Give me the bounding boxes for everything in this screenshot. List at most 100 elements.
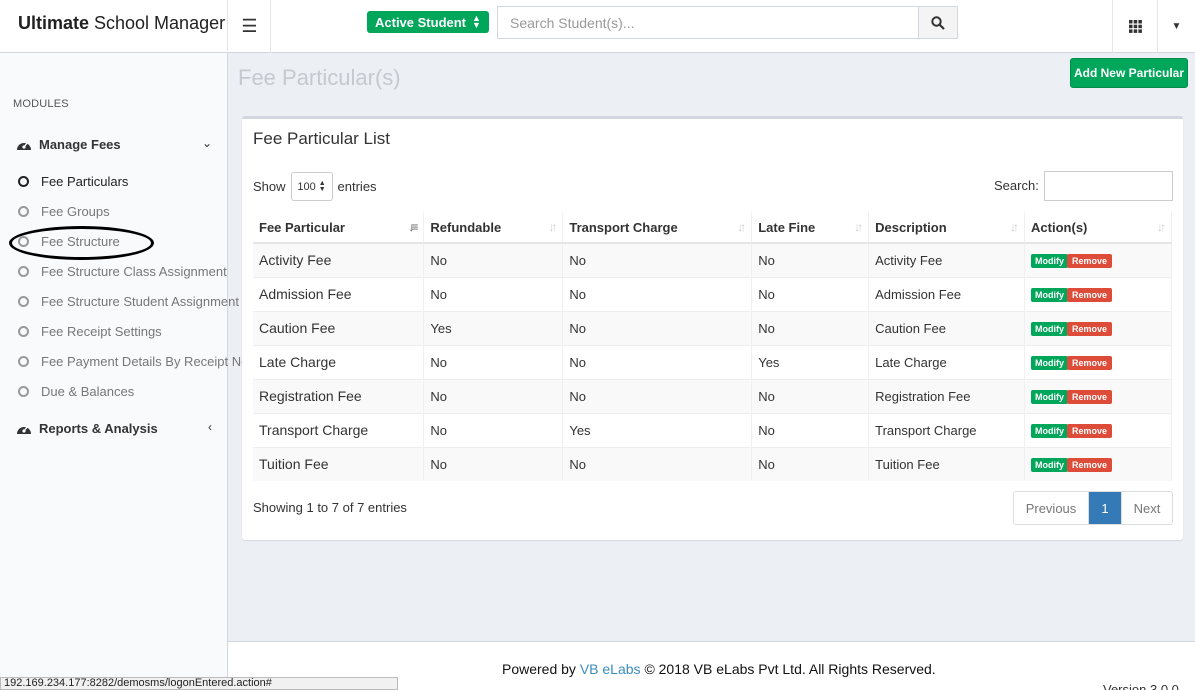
- add-new-particular-button[interactable]: Add New Particular: [1070, 58, 1188, 88]
- sidebar-section-manage-fees[interactable]: Manage Fees ⌄: [16, 134, 212, 154]
- app-version: Version 3.0.0: [1103, 682, 1179, 690]
- circle-icon: [18, 265, 29, 277]
- app-logo[interactable]: Ultimate School Manager: [0, 0, 228, 53]
- table-header-row: Fee Particular ↓≡ Refundable ↓↑ Transport …: [253, 212, 1172, 244]
- table-cell: No: [751, 378, 870, 413]
- caret-down-icon: ▼: [1171, 21, 1182, 32]
- remove-button[interactable]: Remove: [1067, 254, 1113, 269]
- search-button[interactable]: [918, 7, 957, 38]
- actions-cell: Modify Remove: [1024, 276, 1172, 311]
- table-cell: No: [562, 276, 753, 311]
- sidebar-item-fee-structure-student-assignment[interactable]: Fee Structure Student Assignment: [18, 292, 239, 310]
- modify-button[interactable]: Modify: [1031, 288, 1069, 302]
- modify-button[interactable]: Modify: [1031, 458, 1069, 473]
- search-icon: [931, 15, 945, 30]
- highlight-ellipse-annotation: [9, 226, 154, 260]
- fee-particular-table: Fee Particular ↓≡ Refundable ↓↑ Transport …: [253, 212, 1172, 481]
- modify-button[interactable]: Modify: [1031, 424, 1069, 438]
- table-cell: No: [423, 412, 564, 447]
- sort-asc-icon: ↓≡: [408, 220, 418, 234]
- table-cell: No: [751, 310, 870, 345]
- table-cell: No: [562, 344, 753, 379]
- user-menu-dropdown[interactable]: ▼: [1158, 0, 1195, 53]
- modify-button[interactable]: Modify: [1031, 390, 1069, 404]
- circle-icon: [18, 295, 29, 307]
- remove-button[interactable]: Remove: [1067, 390, 1113, 404]
- table-row: Tuition Fee No No No Tuition Fee Modify Remove: [253, 446, 1172, 481]
- grid-icon: [1128, 20, 1142, 33]
- table-cell: No: [562, 378, 753, 413]
- table-cell: No: [751, 446, 870, 481]
- chevron-left-icon: ‹: [208, 420, 212, 434]
- table-cell: No: [423, 446, 564, 481]
- column-header-late-fine[interactable]: Late Fine ↓↑: [751, 212, 870, 244]
- modify-button[interactable]: Modify: [1031, 322, 1069, 336]
- circle-icon: [18, 205, 29, 217]
- remove-button[interactable]: Remove: [1067, 322, 1113, 336]
- table-cell: Admission Fee: [253, 276, 425, 311]
- active-student-select[interactable]: Active Student ▲ ▼: [367, 11, 489, 33]
- table-row: Late Charge No No Yes Late Charge Modify Remov…: [253, 344, 1172, 379]
- actions-cell: Modify Remove: [1024, 446, 1172, 481]
- table-cell: No: [562, 310, 753, 345]
- column-header-description[interactable]: Description ↓↑: [868, 212, 1026, 244]
- table-cell: Caution Fee: [253, 310, 425, 345]
- pagination-page-1[interactable]: 1: [1089, 492, 1121, 524]
- table-cell: Yes: [423, 310, 564, 345]
- table-row: Caution Fee Yes No No Caution Fee Modify Remov…: [253, 310, 1172, 345]
- sidebar-item-fee-groups[interactable]: Fee Groups: [18, 202, 110, 220]
- table-cell: Tuition Fee: [868, 446, 1026, 481]
- table-cell: Tuition Fee: [253, 446, 425, 481]
- sidebar-item-fee-structure-class-assignment[interactable]: Fee Structure Class Assignment: [18, 262, 227, 280]
- footer-brand-link[interactable]: VB eLabs: [580, 661, 641, 677]
- student-search-input[interactable]: [498, 7, 918, 38]
- entries-length-select[interactable]: 100 ▲ ▼: [290, 172, 333, 201]
- modify-button[interactable]: Modify: [1031, 254, 1069, 269]
- sidebar-item-fee-payment-details[interactable]: Fee Payment Details By Receipt No.: [18, 352, 252, 370]
- sort-icon: ↓↑: [548, 220, 557, 234]
- entries-length-control: Show 100 ▲ ▼ entries: [253, 172, 377, 201]
- table-cell: No: [423, 344, 564, 379]
- remove-button[interactable]: Remove: [1067, 424, 1113, 438]
- sidebar-item-fee-receipt-settings[interactable]: Fee Receipt Settings: [18, 322, 162, 340]
- remove-button[interactable]: Remove: [1067, 458, 1113, 473]
- apps-menu-button[interactable]: [1112, 0, 1158, 53]
- modify-button[interactable]: Modify: [1031, 356, 1069, 370]
- modules-heading: MODULES: [13, 98, 69, 110]
- table-search-label: Search:: [994, 178, 1039, 193]
- actions-cell: Modify Remove: [1024, 310, 1172, 345]
- column-header-transport-charge[interactable]: Transport Charge ↓↑: [562, 212, 753, 244]
- table-row: Transport Charge No Yes No Transport Charge M…: [253, 412, 1172, 447]
- table-cell: Caution Fee: [868, 310, 1026, 345]
- table-row: Activity Fee No No No Activity Fee Modify Remo…: [253, 242, 1172, 277]
- sort-icon: ↓↑: [737, 220, 746, 234]
- table-cell: No: [423, 276, 564, 311]
- page-title: Fee Particular(s): [238, 65, 401, 90]
- sidebar-item-fee-particulars[interactable]: Fee Particulars: [18, 172, 128, 190]
- table-row: Admission Fee No No No Admission Fee Modify Re…: [253, 276, 1172, 311]
- remove-button[interactable]: Remove: [1067, 288, 1113, 302]
- table-search-input[interactable]: [1044, 171, 1173, 201]
- hamburger-icon: ☰: [241, 16, 258, 36]
- column-header-actions[interactable]: Action(s) ↓↑: [1024, 212, 1172, 244]
- table-cell: No: [751, 412, 870, 447]
- pagination: Previous 1 Next: [1013, 491, 1173, 525]
- table-cell: Activity Fee: [868, 242, 1026, 277]
- fee-particular-list-box: Fee Particular List Show 100 ▲ ▼ entries …: [242, 116, 1183, 540]
- sidebar-section-reports-analysis[interactable]: Reports & Analysis ‹: [16, 418, 212, 438]
- remove-button[interactable]: Remove: [1067, 356, 1113, 370]
- actions-cell: Modify Remove: [1024, 344, 1172, 379]
- pagination-previous-button[interactable]: Previous: [1014, 492, 1089, 524]
- table-cell: Admission Fee: [868, 276, 1026, 311]
- pagination-next-button[interactable]: Next: [1121, 492, 1172, 524]
- select-arrows-icon: ▲ ▼: [318, 179, 326, 193]
- table-cell: No: [562, 242, 753, 277]
- column-header-fee-particular[interactable]: Fee Particular ↓≡: [253, 212, 425, 244]
- sidebar-item-due-balances[interactable]: Due & Balances: [18, 382, 134, 400]
- table-cell: Transport Charge: [868, 412, 1026, 447]
- table-cell: Late Charge: [868, 344, 1026, 379]
- actions-cell: Modify Remove: [1024, 242, 1172, 277]
- table-cell: Registration Fee: [868, 378, 1026, 413]
- column-header-refundable[interactable]: Refundable ↓↑: [423, 212, 564, 244]
- sidebar-toggle-button[interactable]: ☰: [229, 0, 271, 53]
